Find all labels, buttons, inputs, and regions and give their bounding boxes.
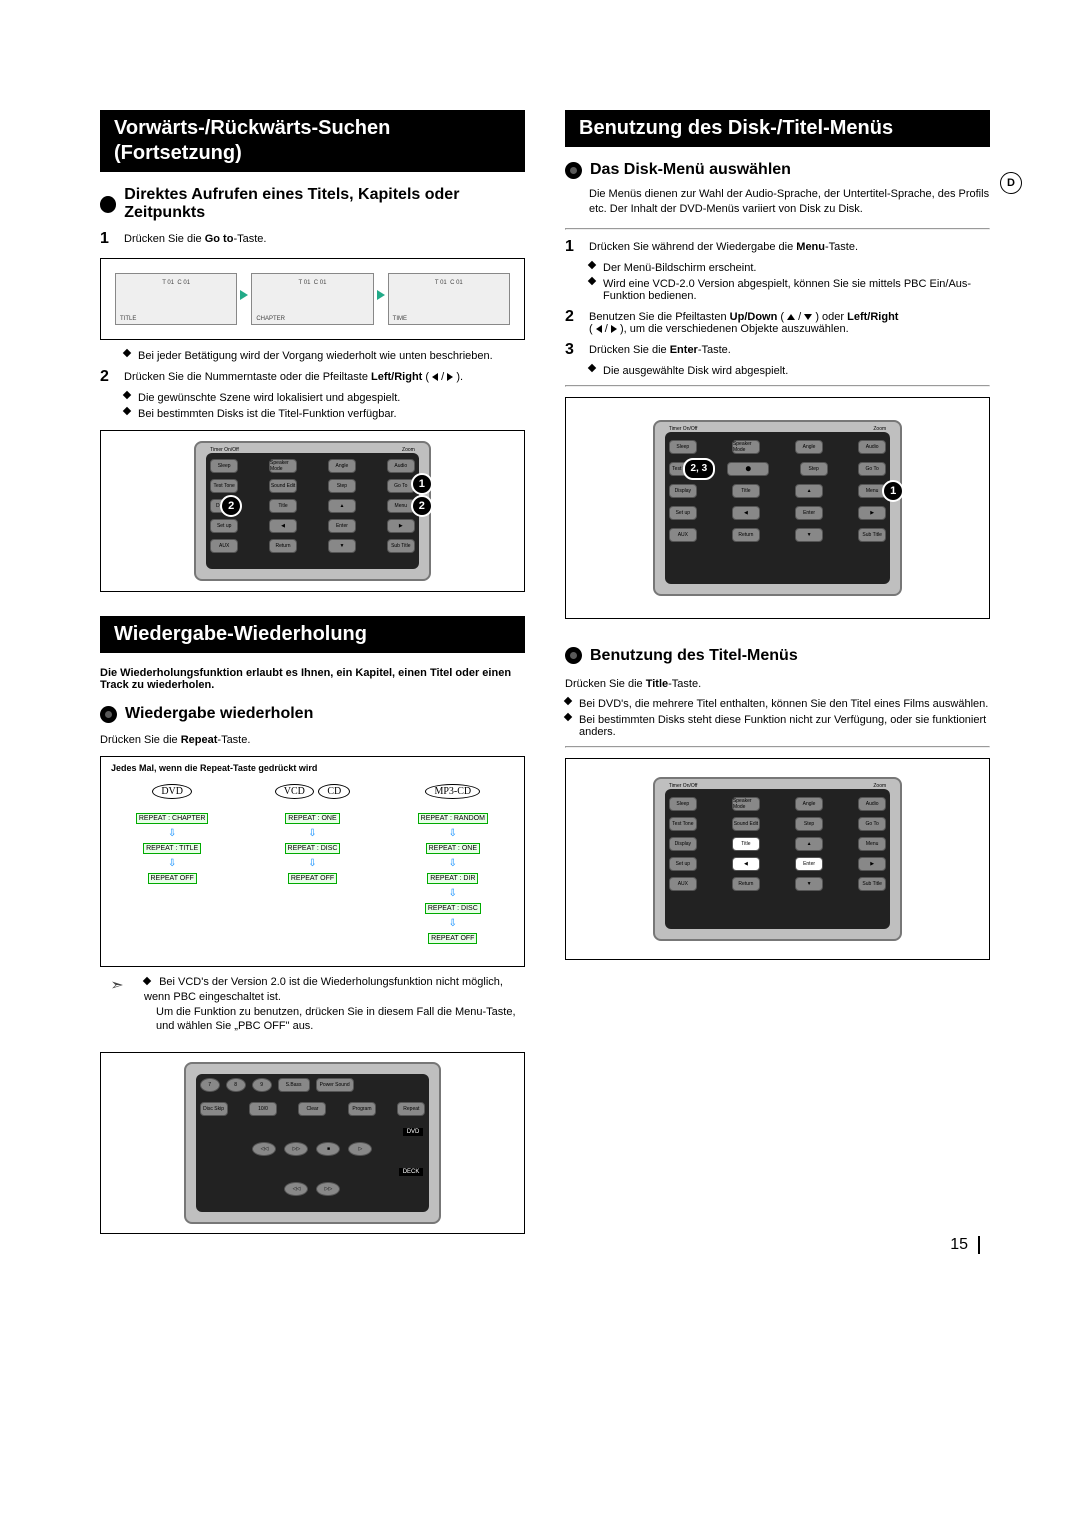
subsection-direct-access: Direktes Aufrufen eines Titels, Kapitels… xyxy=(100,186,525,222)
section-title-disc-menu: Benutzung des Disk-/Titel-Menüs xyxy=(565,110,990,147)
remote-illustration: 7 8 9 S.Bass Power Sound Disc Skip 10/0 … xyxy=(184,1062,442,1224)
diamond-icon xyxy=(564,712,572,720)
repeat-col-dvd: DVD REPEAT : CHAPTER⇩ REPEAT : TITLE⇩ RE… xyxy=(111,781,233,948)
left-column: Vorwärts-/Rückwärts-Suchen (Fortsetzung)… xyxy=(100,110,525,1244)
diamond-icon xyxy=(143,977,151,985)
disc-label-vcd: VCD xyxy=(275,784,314,799)
step2-d2: Bei bestimmten Disks ist die Titel-Funkt… xyxy=(124,408,525,420)
transport-row: ◁◁ ▷▷ ■ ▷ xyxy=(200,1142,426,1156)
diamond-icon xyxy=(123,407,131,415)
subhead-title-menu: Benutzung des Titel-Menüs xyxy=(590,647,798,665)
r-step-1: 1 Drücken Sie während der Wiedergabe die… xyxy=(565,238,990,256)
repeat-col-vcd-cd: VCD CD REPEAT : ONE⇩ REPEAT : DISC⇩ REPE… xyxy=(251,781,373,948)
title-line2: (Fortsetzung) xyxy=(114,142,242,164)
disc-label-dvd: DVD xyxy=(152,784,192,799)
callout-marker-1: 1 xyxy=(411,473,433,495)
callout-marker-23: 2, 3 xyxy=(683,458,715,480)
figure-repeat-modes: Jedes Mal, wenn die Repeat-Taste gedrück… xyxy=(100,756,525,967)
diamond-icon xyxy=(123,349,131,357)
bullet-icon xyxy=(565,647,582,664)
section-title-repeat: Wiedergabe-Wiederholung xyxy=(100,616,525,653)
title-d2: Bei bestimmten Disks steht diese Funktio… xyxy=(565,714,990,738)
r-s1-d2: Wird eine VCD-2.0 Version abgespielt, kö… xyxy=(589,278,990,302)
callout-marker-1: 1 xyxy=(882,480,904,502)
figure-three-osd-panels: T 01 C 01 TITLE T 01 C 01 CHAPTER T 01 C… xyxy=(100,258,525,340)
step-number: 1 xyxy=(100,230,114,248)
arrow-icon xyxy=(377,290,385,300)
panel-chapter: T 01 C 01 CHAPTER xyxy=(251,273,373,325)
panel-time: T 01 C 01 TIME xyxy=(388,273,510,325)
step-2: 2 Drücken Sie die Nummerntaste oder die … xyxy=(100,368,525,386)
step-list-1: 1 Drücken Sie die Go to-Taste. xyxy=(100,230,525,248)
disc-label-mp3cd: MP3-CD xyxy=(425,784,480,799)
subhead-repeat: Wiedergabe wiederholen xyxy=(125,705,313,723)
repeat-intro: Die Wiederholungsfunktion erlaubt es Ihn… xyxy=(100,667,525,691)
transport-row: ◁◁ ▷▷ xyxy=(200,1182,426,1196)
figure-remote-4: Timer On/OffZoom SleepSpeaker ModeAngleA… xyxy=(565,758,990,960)
remote-row: Disc Skip 10/0 Clear Program Repeat xyxy=(200,1102,426,1116)
step-1-text: Drücken Sie die Go to-Taste. xyxy=(124,230,525,245)
remote-row: AUXReturn▼Sub Title xyxy=(210,539,415,553)
remote-illustration: Timer On/OffZoom SleepSpeaker ModeAngleA… xyxy=(194,441,431,581)
figure-remote-1: Timer On/OffZoom SleepSpeaker ModeAngleA… xyxy=(100,430,525,592)
press-title: Drücken Sie die Title-Taste. xyxy=(565,677,990,692)
remote-row: SleepSpeaker ModeAngleAudio xyxy=(210,459,415,473)
panel-title: T 01 C 01 TITLE xyxy=(115,273,237,325)
subhead-direct-access: Direktes Aufrufen eines Titels, Kapitels… xyxy=(124,186,525,222)
title-d1: Bei DVD's, die mehrere Titel enthalten, … xyxy=(565,698,990,710)
figure-remote-3: Timer On/OffZoom SleepSpeaker ModeAngleA… xyxy=(565,397,990,619)
figure-remote-2: 7 8 9 S.Bass Power Sound Disc Skip 10/0 … xyxy=(100,1052,525,1234)
r-s3-d1: Die ausgewählte Disk wird abgespielt. xyxy=(589,365,990,377)
step-1: 1 Drücken Sie die Go to-Taste. xyxy=(100,230,525,248)
page-number: 15 xyxy=(950,1236,980,1254)
callout-marker-2a: 2 xyxy=(220,495,242,517)
remote-row: Set up◀Enter▶ xyxy=(210,519,415,533)
callout-marker-2b: 2 xyxy=(411,495,433,517)
disc-menu-intro: Die Menüs dienen zur Wahl der Audio-Spra… xyxy=(589,187,990,218)
remote-row: Test ToneSound EditStepGo To xyxy=(210,479,415,493)
section-title-search: Vorwärts-/Rückwärts-Suchen (Fortsetzung) xyxy=(100,110,525,172)
arrow-icon xyxy=(240,290,248,300)
press-repeat: Drücken Sie die Repeat-Taste. xyxy=(100,733,525,748)
note-loop: Bei jeder Betätigung wird der Vorgang wi… xyxy=(124,350,525,362)
pbc-note: ➣ Bei VCD's der Version 2.0 ist die Wied… xyxy=(100,975,525,1034)
subhead-disc-menu: Das Disk-Menü auswählen xyxy=(590,161,791,179)
dvd-label: DVD xyxy=(403,1128,424,1136)
diamond-icon xyxy=(588,277,596,285)
diamond-icon xyxy=(588,364,596,372)
r-step-2: 2 Benutzen Sie die Pfeiltasten Up/Down (… xyxy=(565,308,990,335)
subsection-repeat: Wiedergabe wiederholen xyxy=(100,705,525,723)
bullet-icon xyxy=(100,196,116,213)
r-step-3: 3 Drücken Sie die Enter-Taste. xyxy=(565,341,990,359)
divider xyxy=(565,228,990,230)
divider xyxy=(565,746,990,748)
subsection-disc-menu: Das Disk-Menü auswählen xyxy=(565,161,990,179)
bullet-icon xyxy=(100,706,117,723)
note-arrow-icon: ➣ xyxy=(100,975,134,1034)
right-column: Benutzung des Disk-/Titel-Menüs Das Disk… xyxy=(565,110,990,1244)
remote-row: 7 8 9 S.Bass Power Sound xyxy=(200,1078,426,1092)
diamond-icon xyxy=(123,391,131,399)
language-indicator: D xyxy=(1000,172,1022,194)
r-s1-d1: Der Menü-Bildschirm erscheint. xyxy=(589,262,990,274)
diamond-icon xyxy=(564,696,572,704)
repeat-col-mp3: MP3-CD REPEAT : RANDOM⇩ REPEAT : ONE⇩ RE… xyxy=(392,781,514,948)
remote-illustration: Timer On/OffZoom SleepSpeaker ModeAngleA… xyxy=(653,420,902,596)
repeat-box-title: Jedes Mal, wenn die Repeat-Taste gedrück… xyxy=(111,763,514,773)
step-number: 2 xyxy=(100,368,114,386)
remote-illustration: Timer On/OffZoom SleepSpeaker ModeAngleA… xyxy=(653,777,902,941)
divider xyxy=(565,385,990,387)
bullet-icon xyxy=(565,162,582,179)
step-2-text: Drücken Sie die Nummerntaste oder die Pf… xyxy=(124,368,525,383)
step2-d1: Die gewünschte Szene wird lokalisiert un… xyxy=(124,392,525,404)
diamond-icon xyxy=(588,261,596,269)
subsection-title-menu: Benutzung des Titel-Menüs xyxy=(565,647,990,665)
deck-label: DECK xyxy=(399,1168,424,1176)
title-line1: Vorwärts-/Rückwärts-Suchen xyxy=(114,117,390,139)
disc-label-cd: CD xyxy=(318,784,350,799)
